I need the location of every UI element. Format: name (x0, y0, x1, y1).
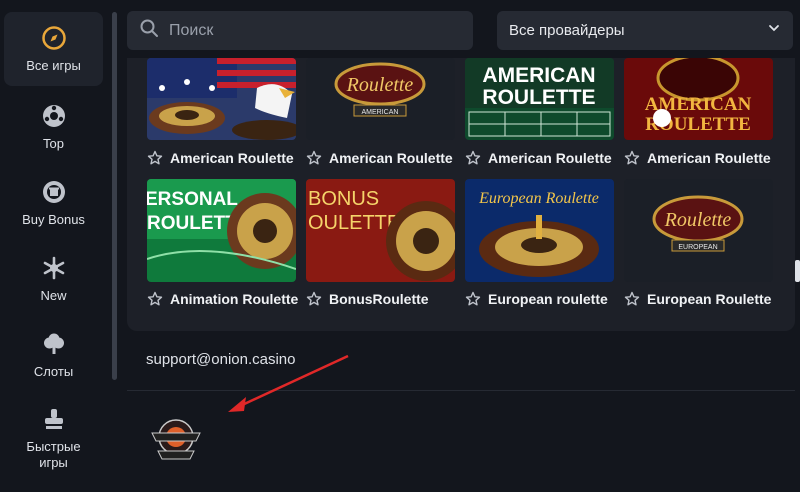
annotation-arrow (228, 354, 349, 412)
verified-badge[interactable] (146, 415, 206, 461)
scroll-handle[interactable] (795, 260, 800, 282)
